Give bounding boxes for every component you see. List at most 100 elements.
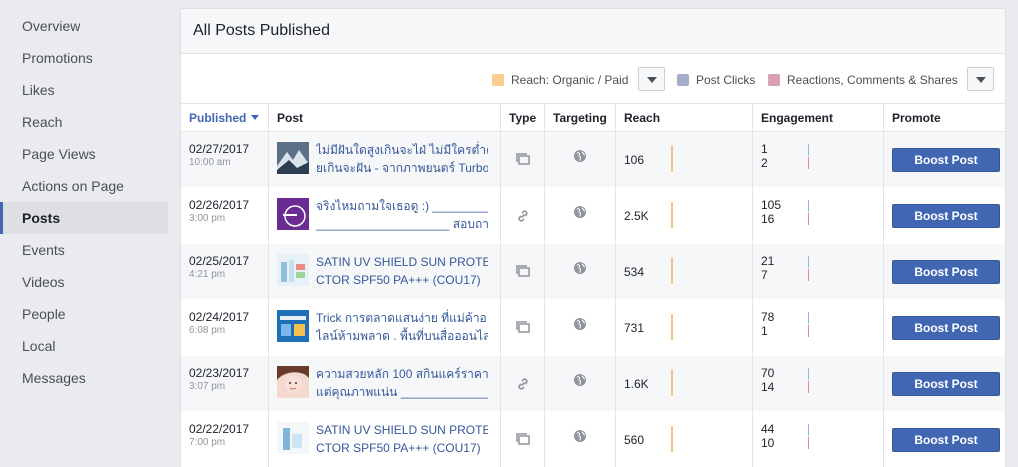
- post-thumbnail[interactable]: [277, 310, 309, 342]
- post-link[interactable]: ไม่มีฝันใดสูงเกินจะไฝ่ ไม่มีใครต่ำต้อ ยเก…: [316, 141, 488, 177]
- sidebar-item-videos[interactable]: Videos: [0, 266, 168, 298]
- legend-clicks: Post Clicks: [677, 69, 755, 91]
- album-icon: [516, 433, 530, 448]
- column-targeting: Targeting: [544, 104, 615, 132]
- promote-cell: Boost Post: [883, 412, 1005, 467]
- post-text-line-2: ไลน์ห้ามพลาด . พื้นที่บนสื่อออนไลน์: [316, 329, 488, 343]
- post-link[interactable]: SATIN UV SHIELD SUN PROTE CTOR SPF50 PA++…: [316, 421, 488, 457]
- post-cell: ความสวยหลัก 100 สกินแคร์ราคาต่ำ แต่คุณภาพ…: [268, 356, 500, 412]
- type-cell: [500, 244, 544, 300]
- boost-post-button[interactable]: Boost Post: [892, 428, 1000, 452]
- promote-cell: Boost Post: [883, 244, 1005, 300]
- reactions-value: 7: [761, 268, 768, 282]
- reach-metric-dropdown[interactable]: [638, 67, 665, 91]
- published-cell: 02/24/2017 6:08 pm: [181, 300, 268, 356]
- reactions-bar: [808, 437, 809, 449]
- column-published[interactable]: Published: [181, 104, 268, 132]
- post-thumbnail[interactable]: [277, 198, 309, 230]
- post-time: 3:07 pm: [189, 381, 226, 392]
- album-icon: [516, 321, 530, 336]
- panel-title: All Posts Published: [181, 9, 1005, 54]
- sidebar-item-reach[interactable]: Reach: [0, 106, 168, 138]
- reactions-bar: [808, 213, 809, 225]
- table-row: 02/22/2017 7:00 pm SATIN UV SHIELD SUN PRO…: [181, 412, 1005, 467]
- boost-post-button[interactable]: Boost Post: [892, 148, 1000, 172]
- promote-cell: Boost Post: [883, 356, 1005, 412]
- post-clicks-value: 105: [761, 198, 782, 212]
- column-type: Type: [500, 104, 544, 132]
- sort-desc-icon: [251, 115, 260, 120]
- post-link[interactable]: จริงไหมถามใจเธอดู :) ___________ ________…: [316, 197, 488, 233]
- post-text-line-1: จริงไหมถามใจเธอดู :) ___________: [316, 199, 488, 213]
- reach-bar: [671, 146, 673, 172]
- engagement-cell: 21 7: [752, 244, 883, 300]
- legend-reach-label: Reach: Organic / Paid: [511, 73, 629, 87]
- boost-post-button[interactable]: Boost Post: [892, 316, 1000, 340]
- post-link[interactable]: ความสวยหลัก 100 สกินแคร์ราคาต่ำ แต่คุณภาพ…: [316, 365, 488, 401]
- boost-post-button[interactable]: Boost Post: [892, 204, 1000, 228]
- post-clicks-bar: [808, 144, 809, 156]
- post-thumbnail[interactable]: [277, 254, 309, 286]
- album-icon: [516, 265, 530, 280]
- sidebar-item-local[interactable]: Local: [0, 330, 168, 362]
- engagement-cell: 44 10: [752, 412, 883, 467]
- type-cell: [500, 300, 544, 356]
- sidebar-item-actions-on-page[interactable]: Actions on Page: [0, 170, 168, 202]
- boost-post-button[interactable]: Boost Post: [892, 260, 1000, 284]
- published-cell: 02/26/2017 3:00 pm: [181, 188, 268, 244]
- column-engagement: Engagement: [752, 104, 883, 132]
- post-date: 02/24/2017: [189, 310, 250, 324]
- legend-reactions: Reactions, Comments & Shares: [768, 69, 958, 91]
- post-clicks-bar: [808, 424, 809, 436]
- post-link[interactable]: Trick การตลาดแสนง่าย ที่แม่ค้าออน ไลน์ห้า…: [316, 309, 488, 345]
- post-clicks-bar: [808, 312, 809, 324]
- boost-post-button[interactable]: Boost Post: [892, 372, 1000, 396]
- reach-value: 1.6K: [624, 377, 649, 391]
- reach-cell: 731: [615, 300, 752, 356]
- reach-cell: 534: [615, 244, 752, 300]
- targeting-cell: [544, 412, 615, 467]
- post-clicks-value: 1: [761, 142, 768, 156]
- link-icon: [516, 377, 530, 394]
- column-published-label: Published: [189, 111, 247, 125]
- post-thumbnail[interactable]: [277, 142, 309, 174]
- sidebar-item-messages[interactable]: Messages: [0, 362, 168, 394]
- reach-value: 534: [624, 265, 645, 279]
- post-clicks-value: 21: [761, 254, 775, 268]
- post-text-line-2: แต่คุณภาพแน่น ________________: [316, 385, 488, 399]
- clicks-swatch-icon: [677, 74, 689, 86]
- reach-bar: [671, 314, 673, 340]
- globe-icon: [573, 373, 587, 390]
- reach-bar: [671, 202, 673, 228]
- engagement-cell: 12: [752, 132, 883, 188]
- type-cell: [500, 132, 544, 188]
- reach-value: 106: [624, 153, 645, 167]
- sidebar-item-page-views[interactable]: Page Views: [0, 138, 168, 170]
- sidebar-nav: Overview Promotions Likes Reach Page Views Ac…: [0, 10, 168, 394]
- reach-value: 731: [624, 321, 645, 335]
- type-cell: [500, 412, 544, 467]
- promote-cell: Boost Post: [883, 188, 1005, 244]
- targeting-cell: [544, 300, 615, 356]
- sidebar-item-people[interactable]: People: [0, 298, 168, 330]
- reach-bar: [671, 370, 673, 396]
- engagement-metric-dropdown[interactable]: [967, 67, 994, 91]
- sidebar-item-overview[interactable]: Overview: [0, 10, 168, 42]
- post-clicks-value: 44: [761, 422, 775, 436]
- post-thumbnail[interactable]: [277, 422, 309, 454]
- sidebar-item-likes[interactable]: Likes: [0, 74, 168, 106]
- published-cell: 02/22/2017 7:00 pm: [181, 412, 268, 467]
- reach-bar: [671, 426, 673, 452]
- reactions-swatch-icon: [768, 74, 780, 86]
- sidebar-item-events[interactable]: Events: [0, 234, 168, 266]
- reach-cell: 2.5K: [615, 188, 752, 244]
- sidebar-item-promotions[interactable]: Promotions: [0, 42, 168, 74]
- targeting-cell: [544, 188, 615, 244]
- post-thumbnail[interactable]: [277, 366, 309, 398]
- targeting-cell: [544, 244, 615, 300]
- promote-cell: Boost Post: [883, 300, 1005, 356]
- reactions-value: 14: [761, 380, 775, 394]
- table-row: 02/24/2017 6:08 pm Trick การตลาดแสนง่าย ที…: [181, 300, 1005, 356]
- post-link[interactable]: SATIN UV SHIELD SUN PROTE CTOR SPF50 PA++…: [316, 253, 488, 289]
- sidebar-item-posts[interactable]: Posts: [0, 202, 168, 234]
